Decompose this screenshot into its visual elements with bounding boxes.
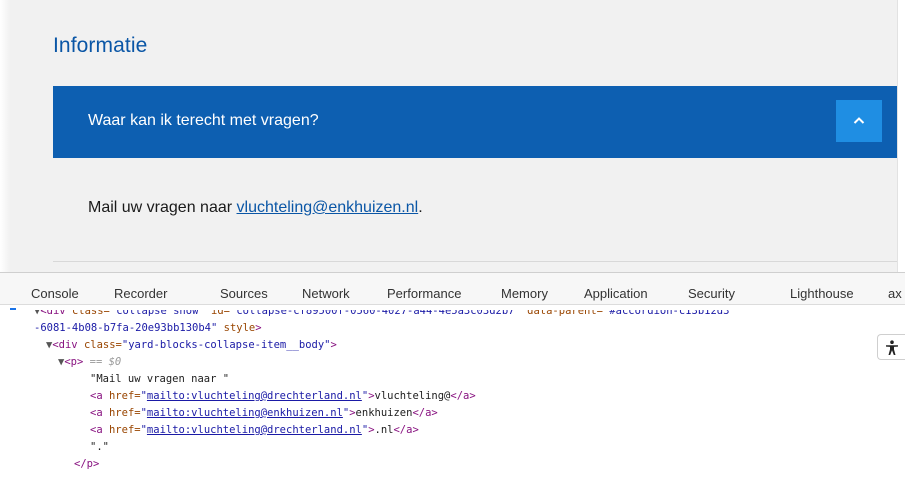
dom-node-line[interactable]: -6081-4b08-b7fa-20e93bb130b4" style> — [34, 320, 262, 337]
tag-name: <div — [52, 339, 78, 351]
dom-node-line[interactable]: <a href="mailto:vluchteling@drechterland… — [90, 388, 476, 405]
selected-marker: == — [83, 356, 109, 368]
tab-console[interactable]: Console — [31, 286, 79, 301]
accordion-body-text: Mail uw vragen naar vluchteling@enkhuize… — [88, 199, 423, 217]
accordion-body: Mail uw vragen naar vluchteling@enkhuize… — [53, 158, 897, 260]
attr-name: class= — [65, 305, 110, 317]
attr-link[interactable]: mailto:vluchteling@drechterland.nl — [147, 390, 362, 402]
tag-close: </a> — [412, 407, 438, 419]
attr-name: style — [217, 322, 256, 334]
tag-name: <a — [90, 407, 103, 419]
tag-bracket: > — [255, 322, 262, 334]
attr-value: "collapse-cf89500f-0560-4027-a44-4e5a3c0… — [230, 305, 521, 317]
selected-ref: $0 — [108, 356, 122, 368]
web-page: Informatie Waar kan ik terecht met vrage… — [0, 0, 905, 272]
chevron-up-icon — [853, 117, 865, 124]
link-text: .nl — [374, 424, 394, 436]
accordion-title[interactable]: Waar kan ik terecht met vragen? — [88, 112, 319, 130]
attr-value: "#accordion-c13b12d3 — [603, 305, 730, 317]
dom-node-line[interactable]: </p> — [74, 456, 99, 473]
tab-sources[interactable]: Sources — [220, 286, 268, 301]
attr-value: "collapse show" — [109, 305, 205, 317]
dom-node-line[interactable]: <a href="mailto:vluchteling@drechterland… — [90, 422, 419, 439]
text-node: "." — [90, 441, 109, 453]
attr-value: -6081-4b08-b7fa-20e93bb130b4" — [34, 322, 218, 334]
dom-node-line-selected[interactable]: ▼<p> == $0 — [58, 354, 121, 371]
tab-more[interactable]: ax — [888, 286, 902, 301]
tag-name: <p> — [64, 356, 84, 368]
tag-close: </a> — [393, 424, 419, 436]
body-prefix: Mail uw vragen naar — [88, 199, 237, 216]
tab-performance[interactable]: Performance — [387, 286, 461, 301]
attr-name: class= — [77, 339, 122, 351]
attr-link[interactable]: mailto:vluchteling@drechterland.nl — [147, 424, 362, 436]
email-link[interactable]: vluchteling@enkhuizen.nl — [237, 199, 419, 216]
tab-network[interactable]: Network — [302, 286, 350, 301]
body-suffix: . — [418, 199, 423, 216]
text-node: "Mail uw vragen naar " — [90, 373, 230, 385]
tag-name: <div — [40, 305, 66, 317]
accessibility-button[interactable] — [877, 334, 905, 360]
accordion-divider — [53, 261, 897, 262]
page-edge — [0, 0, 10, 272]
elements-tree: ▼<div class="collapse show" id="collapse… — [0, 306, 905, 492]
attr-name: href= — [102, 424, 141, 436]
devtools-tabbar: Console Recorder Sources Network Perform… — [0, 273, 905, 305]
tab-recorder[interactable]: Recorder — [114, 286, 167, 301]
tag-close: </p> — [74, 458, 100, 470]
attr-value: "yard-blocks-collapse-item__body" — [121, 339, 331, 351]
accessibility-icon — [886, 340, 898, 355]
dom-node-line[interactable]: <a href="mailto:vluchteling@enkhuizen.nl… — [90, 405, 438, 422]
tab-security[interactable]: Security — [688, 286, 735, 301]
attr-link[interactable]: mailto:vluchteling@enkhuizen.nl — [147, 407, 343, 419]
attr-name: data-parent= — [520, 305, 603, 317]
tag-close: </a> — [450, 390, 476, 402]
accordion-header[interactable]: Waar kan ik terecht met vragen? — [53, 86, 897, 158]
tag-name: <a — [90, 390, 103, 402]
link-text: vluchteling@ — [374, 390, 451, 402]
link-text: enkhuizen — [355, 407, 413, 419]
attr-name: id= — [204, 305, 231, 317]
tab-memory[interactable]: Memory — [501, 286, 548, 301]
accordion-toggle-button[interactable] — [836, 100, 882, 142]
tag-name: <a — [90, 424, 103, 436]
dom-text-node[interactable]: "." — [90, 439, 109, 456]
dom-node-line[interactable]: ▼<div class="yard-blocks-collapse-item__… — [46, 337, 337, 354]
attr-name: href= — [102, 407, 141, 419]
tab-lighthouse[interactable]: Lighthouse — [790, 286, 854, 301]
dom-text-node[interactable]: "Mail uw vragen naar " — [90, 371, 229, 388]
page-scroll-edge — [897, 0, 905, 272]
section-title: Informatie — [53, 34, 148, 57]
tag-bracket: > — [330, 339, 337, 351]
tab-application[interactable]: Application — [584, 286, 648, 301]
dom-node-line[interactable]: ▼<div class="collapse show" id="collapse… — [34, 305, 730, 320]
attr-name: href= — [102, 390, 141, 402]
devtools-panel: Console Recorder Sources Network Perform… — [0, 272, 905, 492]
